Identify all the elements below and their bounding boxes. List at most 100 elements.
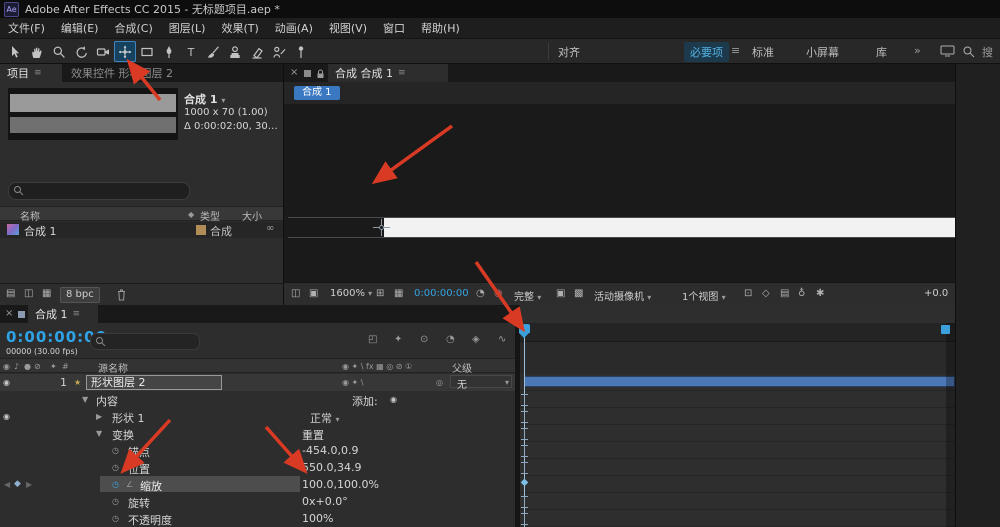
add-shape-button[interactable]: ◉ bbox=[390, 395, 397, 404]
new-composition-icon[interactable]: ▦ bbox=[42, 289, 51, 299]
column-source-name[interactable]: 源名称 bbox=[98, 360, 128, 375]
column-size[interactable]: 大小 bbox=[242, 208, 262, 223]
always-preview-icon[interactable]: ◫ bbox=[291, 289, 300, 299]
timeline-search-input[interactable] bbox=[90, 333, 200, 350]
parent-select[interactable]: 无 ▾ bbox=[450, 375, 512, 391]
color-depth-button[interactable]: 8 bpc bbox=[60, 287, 100, 303]
align-panel-label[interactable]: 对齐 bbox=[558, 44, 580, 60]
motion-blur-icon[interactable]: ◈ bbox=[472, 335, 480, 345]
workspace-tab-standard[interactable]: 标准 bbox=[752, 44, 774, 60]
tab-composition[interactable]: 合成 合成 1 ≡ bbox=[328, 64, 448, 82]
sync-settings-icon[interactable] bbox=[940, 45, 955, 60]
current-time-indicator-head[interactable] bbox=[519, 324, 530, 333]
stopwatch-active-icon[interactable]: ◷ bbox=[112, 480, 119, 489]
opacity-row[interactable]: ◷ 不透明度 100% bbox=[0, 510, 520, 527]
frame-blend-icon[interactable]: ◔ bbox=[446, 335, 455, 345]
menu-effect[interactable]: 效果(T) bbox=[213, 20, 266, 36]
project-item-row[interactable]: 合成 1 合成 ∞ bbox=[0, 222, 283, 238]
timeline-button-icon[interactable]: ▤ bbox=[780, 289, 789, 299]
puppet-pin-tool[interactable] bbox=[290, 41, 312, 62]
transparency-grid-icon[interactable]: ▩ bbox=[574, 289, 583, 299]
menu-layer[interactable]: 图层(L) bbox=[161, 20, 214, 36]
tab-timeline-comp[interactable]: 合成 1 ≡ bbox=[28, 305, 98, 323]
marker-strip[interactable] bbox=[520, 342, 955, 374]
twirl-right-icon[interactable]: ▶ bbox=[96, 412, 102, 421]
eye-column-icon[interactable]: ◉ bbox=[3, 362, 10, 371]
comp-current-time[interactable]: 0:00:00:00 bbox=[414, 288, 469, 299]
panel-menu-icon[interactable]: ≡ bbox=[398, 68, 406, 78]
workspace-menu-icon[interactable]: ≡ bbox=[731, 44, 740, 57]
workspace-overflow-icon[interactable]: » bbox=[914, 44, 921, 57]
flowchart-button-icon[interactable]: ♁ bbox=[798, 289, 805, 299]
layer-duration-bar[interactable] bbox=[524, 376, 955, 387]
stopwatch-icon[interactable]: ◷ bbox=[112, 497, 119, 506]
label-color-column-icon[interactable]: ◆ bbox=[188, 210, 194, 219]
solo-column-icon[interactable]: ● bbox=[24, 362, 31, 371]
brush-tool[interactable] bbox=[202, 41, 224, 62]
clone-stamp-tool[interactable] bbox=[224, 41, 246, 62]
mask-visibility-icon[interactable]: ▦ bbox=[394, 289, 403, 299]
layer-eye-icon[interactable]: ◉ bbox=[3, 378, 10, 387]
switches-header-icons[interactable]: ◉ ✦ \ fx ▦ ◎ ⊘ ① bbox=[342, 362, 412, 371]
workspace-tab-library[interactable]: 库 bbox=[876, 44, 887, 60]
twirl-down-icon[interactable]: ▼ bbox=[96, 429, 102, 438]
hide-shy-icon[interactable]: ⊙ bbox=[420, 335, 428, 345]
shape1-blend-mode[interactable]: 正常 ▾ bbox=[310, 410, 340, 426]
hand-tool[interactable] bbox=[26, 41, 48, 62]
menu-animation[interactable]: 动画(A) bbox=[267, 20, 321, 36]
transform-reset[interactable]: 重置 bbox=[302, 427, 324, 443]
anchor-point-row[interactable]: ◷ 锚点 -454.0,0.9 bbox=[0, 442, 520, 459]
work-area-end-marker[interactable] bbox=[941, 325, 950, 334]
pen-tool[interactable] bbox=[158, 41, 180, 62]
scale-value[interactable]: 100.0,100.0% bbox=[302, 478, 379, 491]
shape1-row[interactable]: ◉ ▶ 形状 1 正常 ▾ bbox=[0, 408, 520, 425]
rotation-row[interactable]: ◷ 旋转 0x+0.0° bbox=[0, 493, 520, 510]
transform-row[interactable]: ▼ 变换 重置 bbox=[0, 425, 520, 442]
stopwatch-icon[interactable]: ◷ bbox=[112, 446, 119, 455]
add-label[interactable]: 添加: bbox=[352, 393, 378, 409]
anchor-point-icon[interactable] bbox=[373, 219, 390, 239]
comp-mini-flowchart-icon[interactable]: ◰ bbox=[368, 335, 377, 345]
resolution-select[interactable]: 完整 ▾ bbox=[514, 288, 541, 303]
graph-rows[interactable] bbox=[520, 374, 955, 527]
comp-viewer[interactable] bbox=[284, 104, 956, 282]
comp-navigator-button[interactable]: 合成 1 bbox=[294, 86, 340, 100]
twirl-down-icon[interactable]: ▼ bbox=[82, 395, 88, 404]
menu-composition[interactable]: 合成(C) bbox=[106, 20, 160, 36]
layer-switches[interactable]: ◉ ✦ \ bbox=[342, 378, 363, 387]
camera-tool[interactable] bbox=[92, 41, 114, 62]
menu-edit[interactable]: 编辑(E) bbox=[53, 20, 107, 36]
stopwatch-icon[interactable]: ◷ bbox=[112, 463, 119, 472]
rotate-tool[interactable] bbox=[70, 41, 92, 62]
shape-layer-bar[interactable] bbox=[384, 218, 956, 237]
anchor-value[interactable]: -454.0,0.9 bbox=[302, 444, 358, 457]
label-column-icon[interactable]: ✦ bbox=[50, 362, 57, 371]
lock-column-icon[interactable]: ⊘ bbox=[34, 362, 41, 371]
column-type[interactable]: 类型 bbox=[200, 208, 220, 223]
roto-brush-tool[interactable] bbox=[268, 41, 290, 62]
text-tool[interactable]: T bbox=[180, 41, 202, 62]
draft-3d-icon[interactable]: ✦ bbox=[394, 335, 402, 345]
menu-view[interactable]: 视图(V) bbox=[321, 20, 375, 36]
column-name[interactable]: 名称 bbox=[20, 208, 40, 223]
panel-menu-icon[interactable]: ≡ bbox=[34, 68, 42, 78]
scale-keyframe-diamond[interactable]: ◆ bbox=[518, 477, 531, 488]
opacity-value[interactable]: 100% bbox=[302, 512, 333, 525]
audio-column-icon[interactable]: ♪ bbox=[14, 362, 19, 371]
menu-file[interactable]: 文件(F) bbox=[0, 20, 53, 36]
flowchart-icon[interactable]: ▤ bbox=[6, 289, 15, 299]
position-row[interactable]: ◷ 位置 550.0,34.9 bbox=[0, 459, 520, 476]
lock-icon[interactable] bbox=[316, 69, 325, 82]
eraser-tool[interactable] bbox=[246, 41, 268, 62]
position-value[interactable]: 550.0,34.9 bbox=[302, 461, 361, 474]
roi-icon[interactable]: ▣ bbox=[556, 289, 565, 299]
constrain-link-icon[interactable]: ∠ bbox=[126, 480, 133, 489]
panel-close-icon[interactable]: × bbox=[290, 68, 298, 78]
exposure-value[interactable]: +0.0 bbox=[924, 288, 948, 299]
graph-editor-icon[interactable]: ∿ bbox=[498, 335, 506, 345]
workspace-tab-small-screen[interactable]: 小屏幕 bbox=[806, 44, 839, 60]
shape1-eye-icon[interactable]: ◉ bbox=[3, 412, 10, 421]
rotation-value[interactable]: 0x+0.0° bbox=[302, 495, 348, 508]
pixel-aspect-icon[interactable]: ⊡ bbox=[744, 289, 752, 299]
scale-row[interactable]: ◀ ◆ ▶ ◷ ∠ 缩放 100.0,100.0% bbox=[0, 476, 520, 493]
